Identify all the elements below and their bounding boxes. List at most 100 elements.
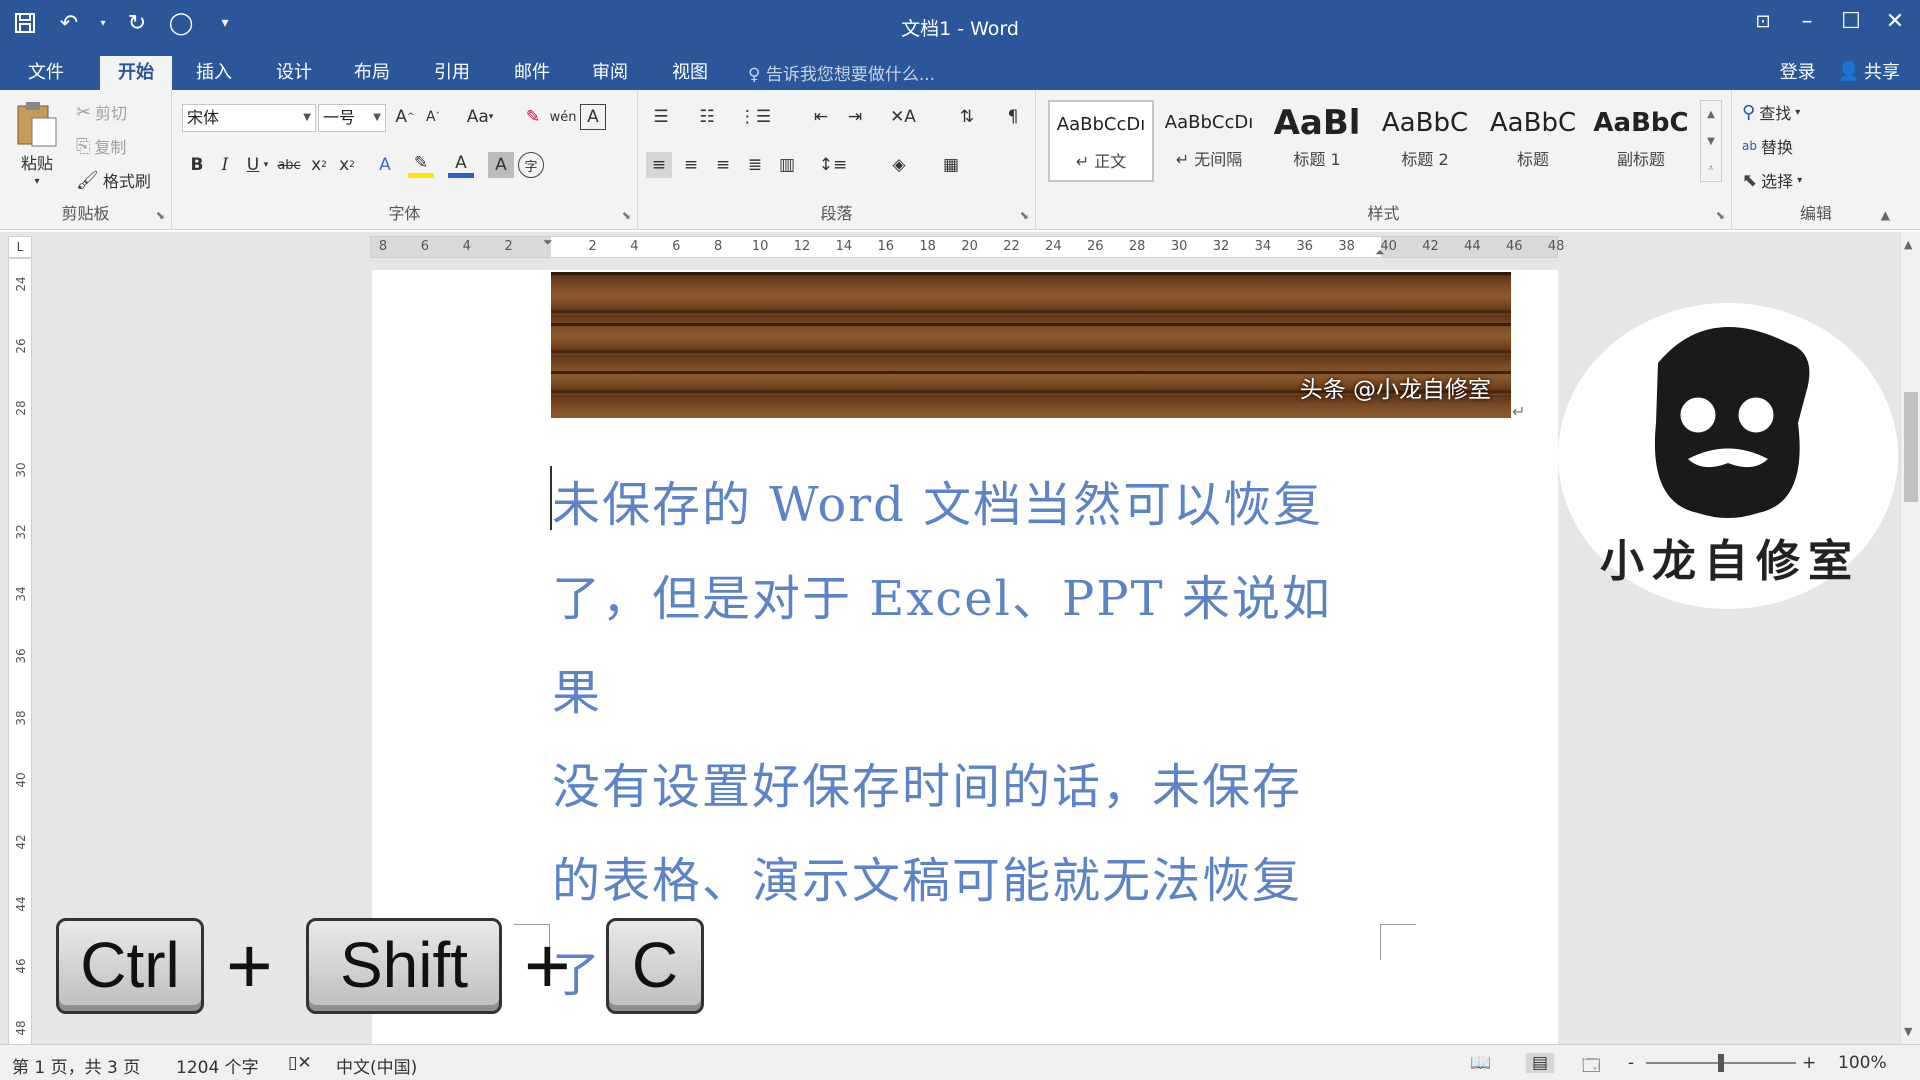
dialog-launcher-icon[interactable]: ⬊ (1716, 209, 1725, 222)
tab-layout[interactable]: 布局 (336, 56, 408, 90)
tab-file[interactable]: 文件 (10, 56, 82, 90)
share-button[interactable]: 👤 共享 (1838, 58, 1900, 84)
ruler-tick-label: 18 (919, 239, 936, 254)
dialog-launcher-icon[interactable]: ⬊ (622, 209, 631, 222)
replace-button[interactable]: ab 替换 (1742, 134, 1793, 158)
ribbon-display-options-icon[interactable]: ⊡ (1748, 6, 1778, 36)
dialog-launcher-icon[interactable]: ⬊ (1020, 209, 1029, 222)
format-painter-button[interactable]: 🖌 格式刷 (76, 168, 151, 192)
asian-layout-icon[interactable]: ✕A (890, 104, 916, 130)
change-case-button[interactable]: Aa ▾ (458, 104, 502, 130)
font-name-combo[interactable]: 宋体 ▼ (182, 104, 316, 132)
select-button[interactable]: ⬉ 选择 ▾ (1742, 168, 1802, 192)
cut-button[interactable]: ✂ 剪切 (76, 100, 127, 124)
paste-button[interactable]: 粘贴 ▾ (14, 100, 60, 187)
window-controls: ⊡ – ☐ ✕ (1748, 6, 1910, 36)
more-styles-icon[interactable]: ⩡ (1701, 155, 1721, 182)
character-shading-icon[interactable]: A (488, 152, 514, 178)
read-mode-icon[interactable]: 📖 (1470, 1053, 1491, 1073)
subscript-icon[interactable]: x2 (306, 152, 332, 178)
text-effects-icon[interactable]: A (372, 152, 398, 178)
font-color-icon[interactable]: A (448, 152, 474, 178)
zoom-slider-thumb[interactable] (1718, 1054, 1724, 1072)
style-title[interactable]: AaBbC 标题 (1480, 100, 1586, 182)
zoom-out-button[interactable]: - (1628, 1053, 1634, 1073)
language-indicator[interactable]: 中文(中国) (336, 1053, 417, 1078)
align-center-icon[interactable]: ≡ (678, 152, 704, 178)
increase-indent-icon[interactable]: ⇥ (842, 104, 868, 130)
decrease-indent-icon[interactable]: ⇤ (808, 104, 834, 130)
tell-me-box[interactable]: ♀ 告诉我您想要做什么... (748, 60, 935, 85)
clipboard-group-label: 剪贴板 (61, 204, 110, 223)
shrink-font-icon[interactable]: Aˇ (420, 104, 446, 130)
tab-selector[interactable]: L (8, 236, 32, 258)
signin-link[interactable]: 登录 (1780, 58, 1816, 84)
copy-button[interactable]: ⎘ 复制 (76, 134, 126, 158)
horizontal-ruler[interactable]: 8 6 4 2 2 4 6 8 10 12 14 16 18 20 22 24 26 28 30 32 34 36 38 40… (370, 235, 1564, 260)
ruler-tick-label: 42 (14, 834, 28, 850)
enclose-characters-icon[interactable]: 字 (518, 152, 544, 178)
scrollbar-thumb[interactable] (1904, 392, 1918, 502)
sort-icon[interactable]: ⇅ (954, 104, 980, 130)
close-button[interactable]: ✕ (1880, 6, 1910, 36)
justify-icon[interactable]: ≣ (742, 152, 768, 178)
multilevel-list-icon[interactable]: ⋮☰ (739, 104, 771, 130)
tab-home[interactable]: 开始 (100, 56, 172, 90)
chevron-down-icon[interactable]: ▾ (260, 152, 272, 178)
web-layout-icon[interactable]: 🗔 (1582, 1053, 1600, 1080)
styles-scroll[interactable]: ▲ ▼ ⩡ (1700, 100, 1722, 182)
grow-font-icon[interactable]: A ^ (392, 104, 418, 130)
show-marks-icon[interactable]: ¶ (1000, 104, 1026, 130)
minimize-button[interactable]: – (1792, 6, 1822, 36)
vertical-ruler[interactable]: 24 26 28 30 32 34 36 38 40 42 44 46 48 (8, 258, 32, 1048)
chevron-down-icon: ▼ (373, 112, 381, 123)
style-subtitle[interactable]: AaBbC 副标题 (1588, 100, 1694, 182)
highlight-icon[interactable]: ✎ (408, 152, 434, 178)
borders-icon[interactable]: ▦ (938, 152, 964, 178)
zoom-level[interactable]: 100% (1838, 1053, 1887, 1073)
clear-formatting-icon[interactable]: ✎ (520, 104, 546, 130)
tab-design[interactable]: 设计 (258, 56, 330, 90)
channel-name: 小龙自修室 (1600, 536, 1860, 587)
zoom-in-button[interactable]: + (1802, 1053, 1816, 1073)
tab-references[interactable]: 引用 (416, 56, 488, 90)
chevron-up-icon[interactable]: ▲ (1904, 238, 1912, 251)
collapse-ribbon-icon[interactable]: ▲ (1881, 208, 1890, 222)
right-indent-marker-icon[interactable]: ⏶ (1375, 245, 1385, 260)
style-normal[interactable]: AaBbCcDı ↵ 正文 (1048, 100, 1154, 182)
dialog-launcher-icon[interactable]: ⬊ (156, 209, 165, 222)
tab-insert[interactable]: 插入 (178, 56, 250, 90)
print-layout-icon[interactable]: ▤ (1526, 1053, 1555, 1073)
style-heading-1[interactable]: AaBl 标题 1 (1264, 100, 1370, 182)
page-count[interactable]: 第 1 页，共 3 页 (12, 1053, 140, 1078)
chevron-down-icon[interactable]: ▼ (1904, 1025, 1912, 1038)
ruler-tick-label: 32 (14, 524, 28, 540)
word-count[interactable]: 1204 个字 (176, 1053, 259, 1078)
tab-view[interactable]: 视图 (654, 56, 726, 90)
distribute-icon[interactable]: ▥ (774, 152, 800, 178)
align-right-icon[interactable]: ≡ (710, 152, 736, 178)
font-size-combo[interactable]: 一号 ▼ (318, 104, 386, 132)
vertical-scrollbar[interactable]: ▲ ▼ (1900, 232, 1920, 1044)
style-heading-2[interactable]: AaBbC 标题 2 (1372, 100, 1478, 182)
tab-mailings[interactable]: 邮件 (496, 56, 568, 90)
line-spacing-icon[interactable]: ↕≡ (819, 152, 848, 178)
bold-icon[interactable]: B (184, 152, 210, 178)
proofing-icon[interactable]: ▯✕ (288, 1053, 312, 1073)
character-border-icon[interactable]: A (580, 104, 606, 130)
shading-icon[interactable]: ◈ (886, 152, 912, 178)
maximize-button[interactable]: ☐ (1836, 6, 1866, 36)
find-button[interactable]: ⚲ 查找 ▾ (1742, 100, 1800, 124)
numbering-icon[interactable]: ☷ (694, 104, 720, 130)
bullets-icon[interactable]: ☰ (648, 104, 674, 130)
align-left-icon[interactable]: ≡ (646, 152, 672, 178)
style-no-spacing[interactable]: AaBbCcDı ↵ 无间隔 (1156, 100, 1262, 182)
superscript-icon[interactable]: x2 (334, 152, 360, 178)
strikethrough-icon[interactable]: abc (276, 152, 302, 178)
indent-marker-icon[interactable]: ⏷ (543, 235, 553, 250)
chevron-up-icon[interactable]: ▲ (1701, 101, 1721, 128)
chevron-down-icon[interactable]: ▼ (1701, 128, 1721, 155)
phonetic-guide-icon[interactable]: wén (550, 104, 577, 130)
tab-review[interactable]: 审阅 (574, 56, 646, 90)
italic-icon[interactable]: I (212, 152, 238, 178)
